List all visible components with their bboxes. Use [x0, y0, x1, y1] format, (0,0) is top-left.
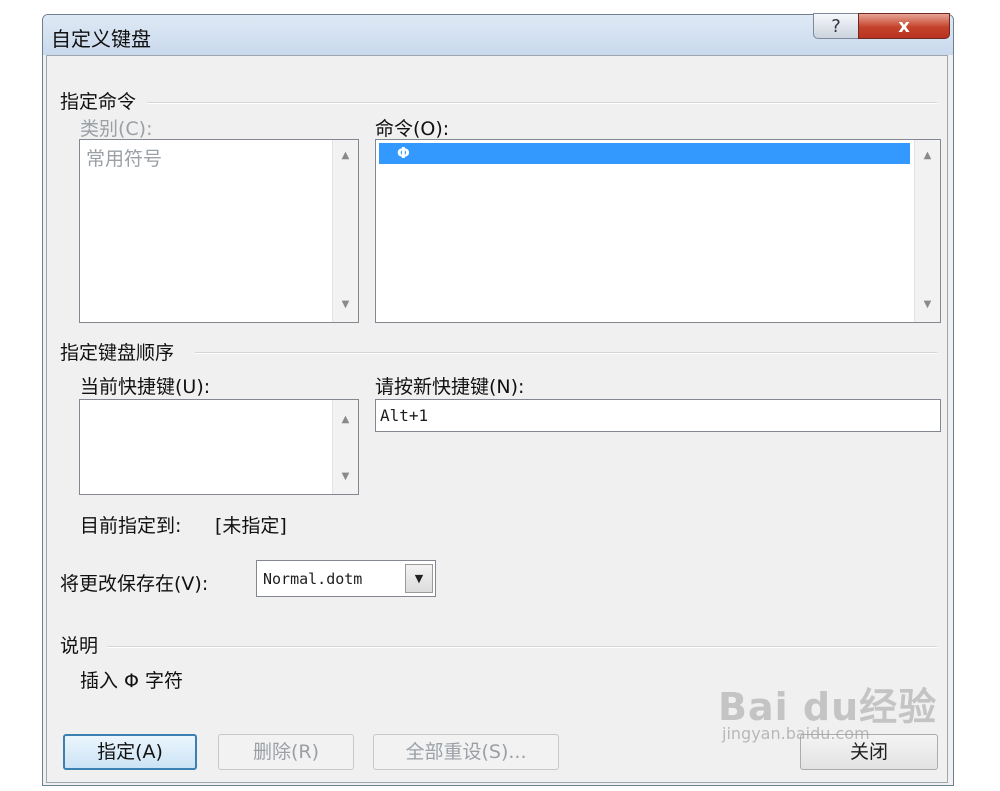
scroll-down-icon[interactable]: ▼: [915, 299, 940, 310]
help-icon: ?: [831, 16, 841, 37]
save-in-selected: Normal.dotm: [263, 570, 363, 588]
save-in-label: 将更改保存在(V):: [60, 573, 209, 595]
remove-button[interactable]: 删除(R): [218, 734, 354, 770]
command-listbox[interactable]: Φ ▲ ▼: [375, 139, 941, 323]
dialog-body: 指定命令 类别(C): 常用符号 ▲ ▼ 命令(O): Φ ▲ ▼ 指定键盘顺序…: [46, 55, 948, 783]
category-label: 类别(C):: [80, 118, 153, 140]
currently-assigned-value: [未指定]: [215, 515, 287, 537]
scroll-up-icon[interactable]: ▲: [333, 414, 358, 425]
section-divider: [107, 646, 937, 648]
watermark-url: jingyan.baidu.com: [722, 724, 870, 743]
section-key-sequence: 指定键盘顺序: [60, 342, 175, 364]
currently-assigned-label: 目前指定到:: [80, 515, 182, 537]
close-icon: x: [898, 16, 910, 37]
command-scrollbar[interactable]: ▲ ▼: [914, 140, 940, 322]
section-assign-command: 指定命令: [60, 91, 137, 113]
save-in-dropdown[interactable]: Normal.dotm ▼: [256, 560, 436, 597]
title-bar: 自定义键盘 ? x: [43, 13, 953, 55]
chevron-down-icon[interactable]: ▼: [405, 564, 433, 593]
scroll-down-icon[interactable]: ▼: [333, 471, 358, 482]
scroll-up-icon[interactable]: ▲: [333, 150, 358, 161]
category-item[interactable]: 常用符号: [86, 144, 162, 171]
reset-all-button[interactable]: 全部重设(S)...: [373, 734, 559, 770]
watermark-logo: Bai du经验: [718, 685, 938, 729]
new-key-input[interactable]: Alt+1: [375, 399, 941, 432]
new-key-value: Alt+1: [380, 406, 429, 425]
current-keys-listbox[interactable]: ▲ ▼: [79, 399, 359, 495]
dialog-title: 自定义键盘: [51, 27, 151, 51]
scroll-down-icon[interactable]: ▼: [333, 299, 358, 310]
assign-button[interactable]: 指定(A): [63, 734, 197, 770]
current-keys-scrollbar[interactable]: ▲ ▼: [332, 400, 358, 494]
close-window-button[interactable]: x: [858, 13, 950, 39]
description-text: 插入 Φ 字符: [80, 670, 184, 692]
section-divider: [195, 352, 937, 354]
help-button[interactable]: ?: [813, 13, 859, 39]
customize-keyboard-dialog: 自定义键盘 ? x 指定命令 类别(C): 常用符号 ▲ ▼ 命令(O): Φ …: [42, 13, 954, 786]
new-key-label: 请按新快捷键(N):: [375, 376, 525, 398]
command-label: 命令(O):: [375, 118, 450, 140]
section-divider: [147, 102, 937, 104]
category-listbox[interactable]: 常用符号 ▲ ▼: [79, 139, 359, 323]
section-description: 说明: [60, 635, 99, 657]
command-item-selected[interactable]: Φ: [379, 143, 910, 164]
current-keys-label: 当前快捷键(U):: [80, 376, 211, 398]
category-scrollbar[interactable]: ▲ ▼: [332, 140, 358, 322]
scroll-up-icon[interactable]: ▲: [915, 150, 940, 161]
